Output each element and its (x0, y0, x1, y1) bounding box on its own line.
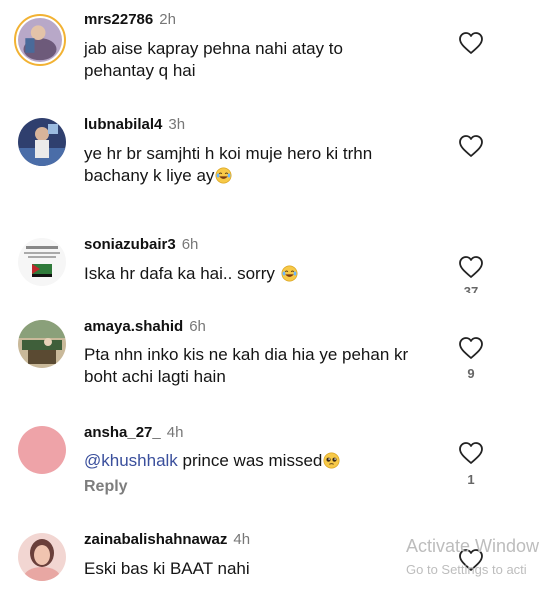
reply-button[interactable]: Reply (84, 478, 128, 496)
timestamp: 3h (168, 116, 186, 133)
laughing-emoji-icon (281, 265, 298, 282)
like-count: 37 (463, 284, 479, 293)
reply-cutoff: ▬▬▬▬ ▬▬▬▬▬▬ (84, 192, 240, 198)
username[interactable]: lubnabilal4 (84, 116, 162, 133)
reply-cutoff: ▬▬▬▬ (84, 291, 144, 297)
username[interactable]: soniazubair3 (84, 236, 176, 253)
avatar[interactable] (18, 320, 66, 368)
timestamp: 2h (159, 11, 176, 28)
laughing-emoji-icon (215, 167, 232, 184)
comment-text: Pta nhn inko kis ne kah dia hia ye pehan… (84, 345, 409, 386)
timestamp: 6h (189, 318, 206, 335)
heart-icon[interactable] (458, 31, 484, 55)
pleading-emoji-icon (323, 452, 340, 469)
avatar[interactable] (18, 238, 66, 286)
heart-icon[interactable] (458, 134, 484, 158)
timestamp: 6h (181, 236, 199, 253)
username[interactable]: mrs22786 (84, 11, 153, 28)
comment-text: Eski bas ki BAAT nahi (84, 559, 250, 578)
comment-text: @khushhalk prince was missed (84, 450, 414, 472)
avatar[interactable] (18, 118, 66, 166)
heart-icon[interactable] (458, 255, 484, 279)
heart-icon[interactable] (458, 336, 484, 360)
avatar[interactable] (14, 14, 66, 66)
comment-text: Iska hr dafa ka hai.. sorry (84, 263, 414, 285)
comment-text: ye hr br samjhti h koi muje hero ki trhn… (84, 144, 373, 185)
avatar[interactable] (18, 426, 66, 474)
avatar[interactable] (18, 533, 66, 581)
timestamp: 4h (233, 531, 251, 548)
comment-text: jab aise kapray pehna nahi atay to pehan… (84, 39, 343, 80)
heart-icon[interactable] (458, 441, 484, 465)
watermark-line2: Go to Settings to acti (406, 562, 527, 577)
username[interactable]: ansha_27_ (84, 424, 161, 441)
like-count: 1 (467, 472, 475, 487)
like-count: 9 (467, 366, 475, 381)
activation-watermark: Activate Window Go to Settings to acti (406, 536, 539, 577)
username[interactable]: amaya.shahid (84, 318, 183, 335)
watermark-line1: Activate Window (406, 536, 540, 556)
username[interactable]: zainabalishahnawaz (84, 531, 227, 548)
mention-link[interactable]: @khushhalk (84, 451, 178, 470)
timestamp: 4h (166, 424, 184, 441)
